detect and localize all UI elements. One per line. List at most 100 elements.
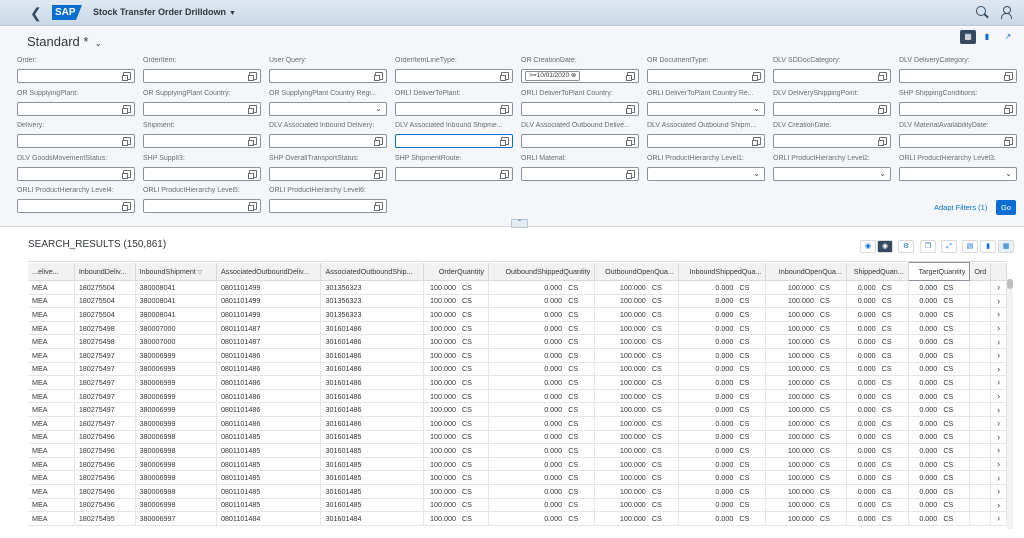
value-help-icon[interactable] <box>500 169 509 179</box>
value-help-icon[interactable] <box>1004 137 1013 146</box>
hide-details-icon[interactable]: ◉ <box>877 240 893 253</box>
table-row[interactable]: MEA 180275496 380006998 0801101485 301601485… <box>28 470 1007 485</box>
value-help-icon[interactable] <box>878 137 887 146</box>
settings-icon[interactable]: ⚙ <box>898 240 914 253</box>
column-header[interactable]: InboundShippedQua... <box>678 262 767 281</box>
table-row[interactable]: MEA 180275504 380008041 0801101499 301356323… <box>28 280 1007 295</box>
value-help-icon[interactable] <box>122 137 131 146</box>
filter-input[interactable] <box>395 69 513 83</box>
value-help-icon[interactable] <box>248 104 257 114</box>
row-navigation-icon[interactable]: › <box>990 307 1007 322</box>
table-row[interactable]: MEA 180275498 380007000 0801101487 301601486… <box>28 321 1007 336</box>
table-row[interactable]: MEA 180275496 380006998 0801101485 301601485… <box>28 484 1007 499</box>
table-row[interactable]: MEA 180275497 380006999 0801101486 301601486… <box>28 375 1007 390</box>
fullscreen-icon[interactable]: ⤢ <box>941 240 957 253</box>
table-icon[interactable]: ▦ <box>998 240 1014 253</box>
chart-icon[interactable]: ▮ <box>980 240 996 253</box>
row-navigation-icon[interactable]: › <box>990 321 1007 336</box>
value-help-icon[interactable] <box>500 72 509 81</box>
value-help-icon[interactable] <box>1004 104 1013 114</box>
value-help-icon[interactable] <box>248 169 257 179</box>
table-row[interactable]: MEA 180275497 380006999 0801101486 301601486… <box>28 416 1007 431</box>
filter-input[interactable] <box>395 134 513 148</box>
value-help-icon[interactable] <box>752 72 761 81</box>
row-navigation-icon[interactable]: › <box>990 470 1007 485</box>
filter-input[interactable] <box>647 134 765 148</box>
filter-input[interactable] <box>17 101 135 116</box>
filter-input[interactable] <box>899 69 1017 83</box>
copy-icon[interactable]: ❐ <box>920 240 936 253</box>
adapt-filters-button[interactable]: Adapt Filters (1) <box>934 203 987 212</box>
value-help-icon[interactable] <box>248 137 257 146</box>
row-navigation-icon[interactable]: › <box>990 402 1007 417</box>
filter-input[interactable] <box>647 69 765 83</box>
table-view-icon[interactable]: ▦ <box>960 30 976 44</box>
filter-input[interactable]: ⌄ <box>647 166 765 181</box>
filter-input[interactable]: ⌄ <box>269 101 387 116</box>
filter-input[interactable] <box>773 101 891 116</box>
filter-input[interactable] <box>269 134 387 148</box>
value-help-icon[interactable] <box>878 104 887 114</box>
variant-selector[interactable]: Standard * ⌄ <box>27 34 102 49</box>
value-help-icon[interactable] <box>122 169 131 179</box>
filter-input[interactable] <box>143 166 261 181</box>
column-header[interactable]: TargetQuantity <box>907 262 971 281</box>
column-header[interactable]: ...elive... <box>28 262 75 281</box>
row-navigation-icon[interactable]: › <box>990 511 1007 526</box>
row-navigation-icon[interactable]: › <box>990 443 1007 458</box>
column-header[interactable]: OrderQuantity <box>423 262 489 281</box>
row-navigation-icon[interactable]: › <box>990 375 1007 390</box>
value-help-icon[interactable] <box>500 137 509 146</box>
row-navigation-icon[interactable]: › <box>990 484 1007 499</box>
column-header[interactable]: InboundShipment ▽ <box>135 262 217 281</box>
sap-logo[interactable]: SAP <box>52 5 82 20</box>
column-header[interactable]: Ord <box>969 262 992 281</box>
value-help-icon[interactable] <box>626 72 635 81</box>
value-help-icon[interactable] <box>122 104 131 114</box>
table-row[interactable]: MEA 180275496 380006998 0801101485 301601485… <box>28 498 1007 513</box>
table-row[interactable]: MEA 180275497 380006999 0801101486 301601486… <box>28 348 1007 363</box>
column-header[interactable]: InboundOpenQua... <box>765 262 847 281</box>
column-header[interactable]: OutboundOpenQua... <box>594 262 679 281</box>
table-row[interactable]: MEA 180275497 380006999 0801101486 301601486… <box>28 389 1007 404</box>
table-row[interactable]: MEA 180275497 380006999 0801101486 301601486… <box>28 362 1007 377</box>
filter-input[interactable] <box>143 199 261 213</box>
filter-input[interactable] <box>269 69 387 83</box>
filter-input[interactable] <box>143 101 261 116</box>
table-row[interactable]: MEA 180275497 380006999 0801101486 301601486… <box>28 402 1007 417</box>
filter-input[interactable] <box>395 101 513 116</box>
filter-input[interactable] <box>17 166 135 181</box>
dropdown-chevron-icon[interactable]: ⌄ <box>753 168 760 180</box>
row-navigation-icon[interactable]: › <box>990 389 1007 404</box>
table-row[interactable]: MEA 180275504 380008041 0801101499 301356323… <box>28 294 1007 309</box>
table-row[interactable]: MEA 180275498 380007000 0801101487 301601486… <box>28 334 1007 349</box>
filter-input[interactable] <box>773 69 891 83</box>
dropdown-chevron-icon[interactable]: ⌄ <box>1005 168 1012 180</box>
dropdown-chevron-icon[interactable]: ⌄ <box>879 168 886 180</box>
value-help-icon[interactable] <box>752 137 761 146</box>
go-button[interactable]: Go <box>996 200 1016 215</box>
value-help-icon[interactable] <box>1004 72 1013 81</box>
value-help-icon[interactable] <box>122 202 131 211</box>
filter-input[interactable] <box>521 101 639 116</box>
table-row[interactable]: MEA 180275496 380006998 0801101485 301601485… <box>28 443 1007 458</box>
show-details-icon[interactable]: ◉ <box>860 240 876 253</box>
scroll-thumb[interactable] <box>1007 279 1013 289</box>
table-row[interactable]: MEA 180275495 380006997 0801101484 301601484… <box>28 511 1007 526</box>
value-help-icon[interactable] <box>374 202 383 211</box>
chart-table-icon[interactable]: ▤ <box>962 240 978 253</box>
value-help-icon[interactable] <box>122 72 131 81</box>
value-help-icon[interactable] <box>878 72 887 81</box>
row-navigation-icon[interactable]: › <box>990 280 1007 295</box>
table-row[interactable]: MEA 180275496 380006998 0801101485 301601485… <box>28 457 1007 472</box>
column-header[interactable]: AssociatedOutboundShip... <box>320 262 425 281</box>
row-navigation-icon[interactable]: › <box>990 457 1007 472</box>
filter-input[interactable] <box>395 166 513 181</box>
remove-token-icon[interactable]: ⊗ <box>569 72 576 79</box>
back-icon[interactable]: ❮ <box>30 5 42 22</box>
filter-input[interactable]: ⌄ <box>899 166 1017 181</box>
row-navigation-icon[interactable]: › <box>990 348 1007 363</box>
filter-input[interactable] <box>773 134 891 148</box>
vertical-scrollbar[interactable] <box>1007 279 1013 529</box>
filter-input[interactable] <box>899 134 1017 148</box>
